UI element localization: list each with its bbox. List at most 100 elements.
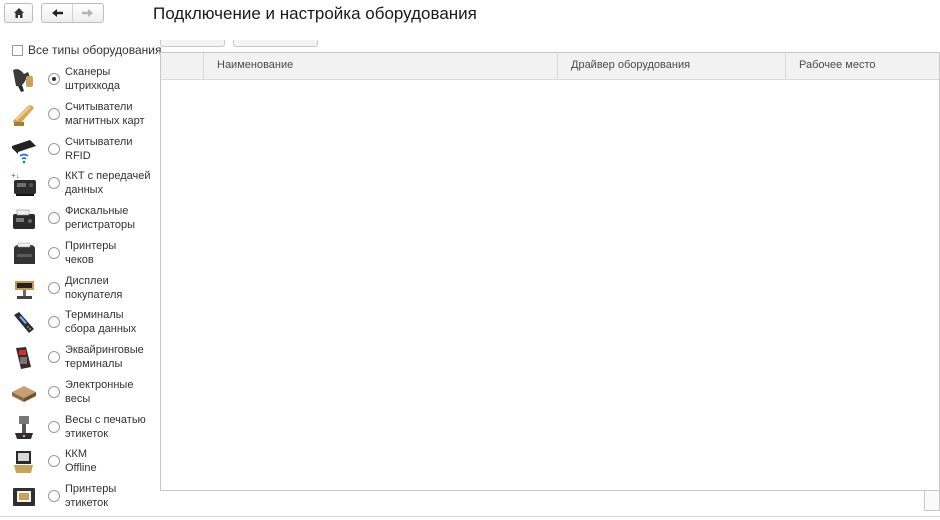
- equipment-type-item[interactable]: +↓ ККТ с передачей данных: [0, 167, 158, 201]
- equipment-type-label-line2: этикеток: [65, 427, 109, 440]
- equipment-type-label-line2: этикеток: [65, 497, 109, 509]
- customer-display-icon: [15, 280, 34, 299]
- equipment-type-label: Дисплеи покупателя: [65, 274, 157, 302]
- equipment-type-radio[interactable]: [48, 490, 60, 502]
- column-header-name[interactable]: Наименование: [204, 53, 558, 79]
- back-button[interactable]: [42, 4, 72, 22]
- equipment-table: Наименование Драйвер оборудования Рабоче…: [160, 52, 940, 491]
- equipment-type-label-line1: Принтеры: [65, 239, 117, 252]
- equipment-type-label-line1: Терминалы: [65, 309, 124, 322]
- equipment-type-label: ККМ Offline: [65, 447, 157, 475]
- equipment-type-item[interactable]: Фискальные регистраторы: [0, 202, 158, 236]
- svg-text:+↓: +↓: [11, 171, 20, 180]
- equipment-type-item[interactable]: Электронные весы: [0, 376, 158, 410]
- top-bar: Подключение и настройка оборудования: [0, 0, 940, 30]
- column-header-driver[interactable]: Драйвер оборудования: [558, 53, 786, 79]
- equipment-type-item[interactable]: Считыватели магнитных карт: [0, 98, 158, 132]
- equipment-type-radio[interactable]: [48, 107, 60, 120]
- equipment-type-label-line2: Offline: [65, 462, 97, 475]
- label-printer-icon: [13, 488, 35, 506]
- label-scales-icon: [15, 415, 33, 439]
- equipment-type-label: Электронные весы: [65, 378, 157, 406]
- barcode-scanner-icon: [13, 69, 33, 92]
- all-types-label: Все типы оборудования: [28, 43, 162, 57]
- equipment-type-radio[interactable]: [48, 420, 60, 433]
- column-header-workplace[interactable]: Рабочее место: [786, 53, 939, 79]
- equipment-type-radio[interactable]: [48, 177, 60, 190]
- equipment-type-label-line2: данных: [65, 184, 104, 197]
- equipment-type-label-line1: Фискальные: [65, 205, 129, 217]
- equipment-type-radio[interactable]: [48, 455, 60, 468]
- bottom-divider: [0, 516, 940, 517]
- equipment-type-radio[interactable]: [48, 246, 60, 259]
- equipment-type-radio[interactable]: [48, 385, 60, 398]
- equipment-type-item[interactable]: Принтеры чеков: [0, 237, 158, 271]
- equipment-type-label-line2: весы: [65, 392, 91, 405]
- receipt-printer-icon: [14, 242, 35, 264]
- equipment-type-label-line1: Эквайринговые: [65, 344, 144, 356]
- payment-terminal-icon: [16, 347, 31, 369]
- equipment-type-label: Терминалы сбора данных: [65, 308, 157, 336]
- table-header: Наименование Драйвер оборудования Рабоче…: [161, 53, 939, 80]
- online-cash-register-icon: +↓: [11, 171, 36, 197]
- equipment-type-label: Принтеры этикеток: [65, 482, 157, 510]
- equipment-type-label: Весы с печатью этикеток: [65, 413, 157, 441]
- equipment-type-radio[interactable]: [48, 316, 60, 329]
- equipment-type-label-line1: ККТ с передачей: [65, 170, 151, 183]
- equipment-type-label: ККТ с передачей данных: [65, 169, 157, 197]
- all-types-checkbox[interactable]: [12, 44, 23, 56]
- equipment-type-label-line1: ККМ: [65, 448, 87, 461]
- equipment-type-label-line1: Считыватели: [65, 135, 133, 148]
- equipment-type-item[interactable]: Весы с печатью этикеток: [0, 411, 158, 445]
- equipment-type-item[interactable]: Эквайринговые терминалы: [0, 341, 158, 375]
- equipment-type-label-line2: регистраторы: [65, 219, 135, 231]
- equipment-type-label: Считыватели RFID: [65, 135, 157, 163]
- equipment-type-label-line2: штрихкода: [65, 80, 120, 92]
- equipment-type-label-line1: Весы с печатью: [65, 413, 146, 426]
- column-header-icon[interactable]: [161, 53, 204, 79]
- equipment-type-label-line2: сбора данных: [65, 323, 137, 336]
- equipment-type-label-line2: RFID: [65, 149, 91, 162]
- toolbar-button-1[interactable]: [160, 40, 225, 47]
- page-title: Подключение и настройка оборудования: [153, 4, 477, 23]
- equipment-type-radio[interactable]: [48, 212, 60, 224]
- equipment-type-item[interactable]: Дисплеи покупателя: [0, 272, 158, 306]
- equipment-type-label-line2: чеков: [65, 253, 94, 266]
- rfid-reader-icon: [12, 139, 36, 163]
- equipment-type-label: Считыватели магнитных карт: [65, 100, 157, 128]
- equipment-type-label: Принтеры чеков: [65, 239, 157, 267]
- magnetic-card-reader-icon: [13, 105, 34, 126]
- equipment-type-item[interactable]: Считыватели RFID: [0, 133, 158, 167]
- home-icon: [13, 8, 24, 18]
- toolbar-button-2[interactable]: [233, 40, 318, 47]
- equipment-type-item[interactable]: Принтеры этикеток: [0, 480, 158, 514]
- equipment-type-label: Сканеры штрихкода: [65, 65, 157, 93]
- equipment-type-item[interactable]: Терминалы сбора данных: [0, 306, 158, 340]
- equipment-type-label-line1: Сканеры: [65, 66, 111, 78]
- arrow-right-icon: [82, 9, 94, 17]
- all-types-checkbox-row[interactable]: Все типы оборудования: [12, 43, 161, 57]
- equipment-type-label-line2: покупателя: [65, 288, 123, 301]
- equipment-type-label-line1: Электронные: [65, 378, 134, 391]
- equipment-type-radio[interactable]: [48, 281, 60, 294]
- resize-grip[interactable]: [924, 491, 940, 511]
- equipment-type-radio[interactable]: [48, 142, 60, 155]
- equipment-type-label-line2: магнитных карт: [65, 114, 145, 127]
- forward-button[interactable]: [73, 4, 103, 22]
- equipment-type-item[interactable]: Сканеры штрихкода: [0, 63, 158, 97]
- equipment-type-label-line2: терминалы: [65, 358, 123, 370]
- home-button[interactable]: [4, 3, 33, 23]
- equipment-type-label-line1: Считыватели: [65, 100, 133, 113]
- equipment-type-sidebar: Все типы оборудования Сканеры штрихкода Сч…: [0, 40, 161, 520]
- equipment-type-item[interactable]: ККМ Offline: [0, 445, 158, 479]
- history-navigation: [41, 3, 104, 23]
- fiscal-register-icon: [13, 209, 35, 229]
- offline-cash-register-icon: [14, 451, 33, 474]
- equipment-type-radio[interactable]: [48, 73, 60, 85]
- equipment-type-label-line1: Дисплеи: [65, 274, 109, 287]
- equipment-type-radio[interactable]: [48, 351, 60, 363]
- electronic-scales-icon: [12, 385, 36, 402]
- arrow-left-icon: [51, 9, 63, 17]
- equipment-type-label: Эквайринговые терминалы: [65, 343, 157, 371]
- equipment-type-label: Фискальные регистраторы: [65, 204, 157, 232]
